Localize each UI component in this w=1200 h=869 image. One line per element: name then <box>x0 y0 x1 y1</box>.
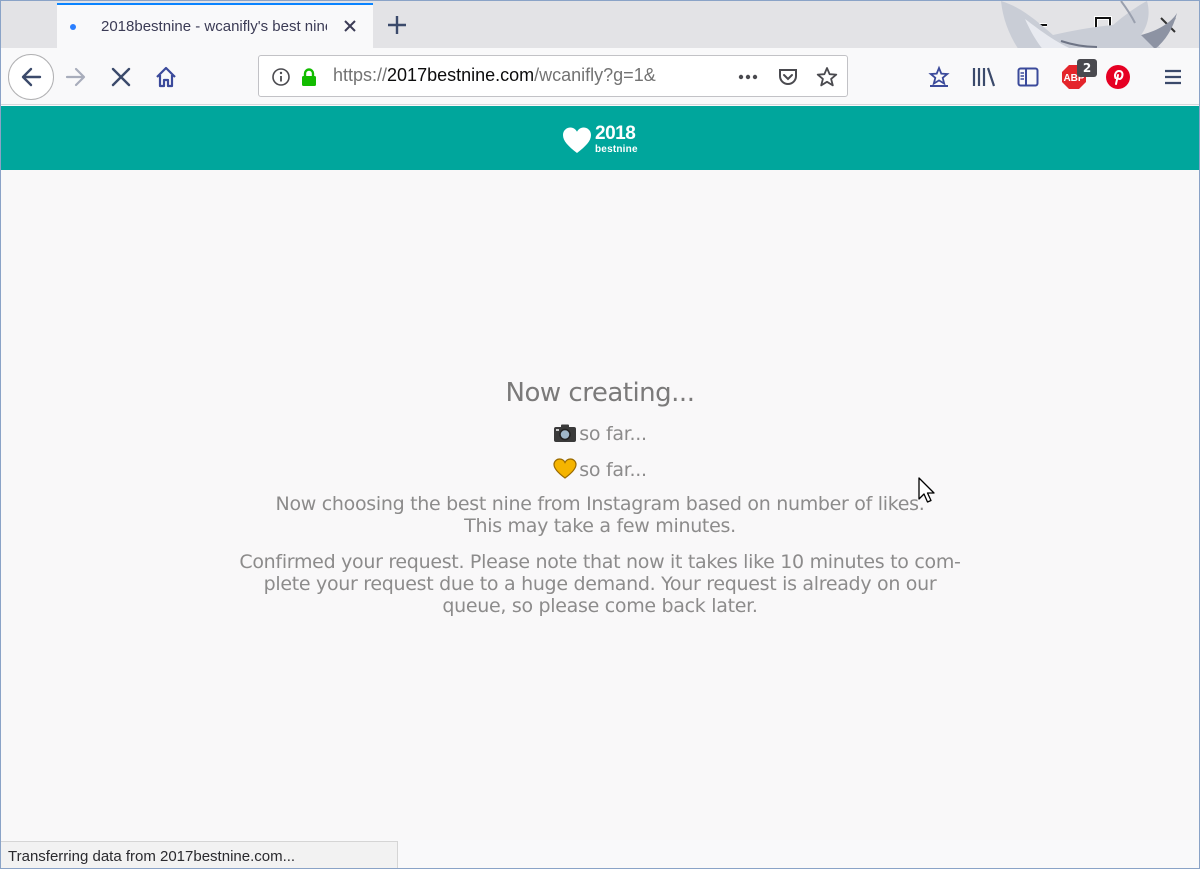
camera-icon <box>554 424 577 442</box>
close-icon <box>1160 16 1176 33</box>
mouse-cursor-icon <box>918 477 935 503</box>
maximize-button[interactable] <box>1077 1 1129 48</box>
pocket-icon[interactable] <box>777 66 799 88</box>
confirm-line-2: plete your request due to a huge demand.… <box>263 573 937 595</box>
info-icon[interactable] <box>270 66 292 88</box>
browser-window: 2018bestnine - wcanifly's best nine http… <box>0 0 1200 869</box>
menu-icon <box>1165 69 1181 85</box>
logo-year: 2018 <box>595 123 636 144</box>
heart-icon <box>563 127 591 153</box>
menu-button[interactable] <box>1154 58 1192 96</box>
tab-loading-icon <box>70 23 76 30</box>
star-icon[interactable] <box>816 66 838 88</box>
photos-count-label: so far... <box>579 423 647 445</box>
confirm-line-1: Confirmed your request. Please note that… <box>239 551 961 573</box>
sidebar-button[interactable] <box>1009 58 1047 96</box>
stop-icon <box>111 67 131 87</box>
confirmation-message: Confirmed your request. Please note that… <box>1 551 1199 617</box>
plus-icon <box>388 16 406 34</box>
site-logo[interactable]: 2018 bestnine <box>562 123 642 158</box>
adblock-count-badge: 2 <box>1077 59 1097 77</box>
page-content: Now creating... so far... so far... Now … <box>1 170 1199 840</box>
window-close-button[interactable] <box>1142 1 1194 48</box>
tab-active[interactable]: 2018bestnine - wcanifly's best nine <box>57 3 373 48</box>
status-title: Now creating... <box>505 378 695 408</box>
minimize-button[interactable] <box>1014 1 1066 48</box>
home-button[interactable] <box>147 58 185 96</box>
library-icon <box>972 67 996 87</box>
pinterest-icon <box>1106 65 1130 89</box>
navigation-toolbar: https://2017bestnine.com/wcanifly?g=1& A… <box>1 48 1199 105</box>
site-header: 2018 bestnine <box>1 106 1199 170</box>
status-bar: Transferring data from 2017bestnine.com.… <box>1 841 398 868</box>
lock-icon[interactable] <box>298 66 320 88</box>
pinterest-button[interactable] <box>1099 58 1137 96</box>
minimize-icon <box>1033 22 1047 27</box>
tab-strip: 2018bestnine - wcanifly's best nine <box>1 1 1199 48</box>
tab-title: 2018bestnine - wcanifly's best nine <box>101 18 327 35</box>
maximize-icon <box>1094 15 1112 34</box>
url-host: 2017bestnine.com <box>387 65 535 85</box>
library-button[interactable] <box>965 58 1003 96</box>
forward-arrow-icon <box>65 67 86 87</box>
photos-count-line: so far... <box>1 423 1199 445</box>
yellow-heart-icon <box>553 458 577 479</box>
choosing-line-1: Now choosing the best nine from Instagra… <box>275 493 925 515</box>
url-bar[interactable]: https://2017bestnine.com/wcanifly?g=1& <box>258 55 848 97</box>
confirm-line-3: queue, so please come back later. <box>442 595 758 617</box>
back-arrow-icon <box>21 67 42 87</box>
likes-count-line: so far... <box>1 458 1199 481</box>
choosing-message: Now choosing the best nine from Instagra… <box>1 493 1199 537</box>
sidebar-icon <box>1017 67 1039 87</box>
url-path: /wcanifly?g=1& <box>534 65 656 85</box>
more-icon[interactable] <box>737 66 759 88</box>
forward-button[interactable] <box>57 58 95 96</box>
back-button[interactable] <box>8 54 54 100</box>
stop-button[interactable] <box>102 58 140 96</box>
logo-name: bestnine <box>595 144 638 155</box>
bookmarks-star-icon <box>928 65 950 87</box>
likes-count-label: so far... <box>579 459 647 481</box>
tab-close-icon[interactable] <box>341 17 359 35</box>
url-text[interactable]: https://2017bestnine.com/wcanifly?g=1& <box>333 65 689 86</box>
choosing-line-2: This may take a few minutes. <box>464 515 736 537</box>
home-icon <box>156 66 176 88</box>
url-prefix: https:// <box>333 65 388 85</box>
bookmarks-button[interactable] <box>920 58 958 96</box>
new-tab-button[interactable] <box>383 11 411 39</box>
